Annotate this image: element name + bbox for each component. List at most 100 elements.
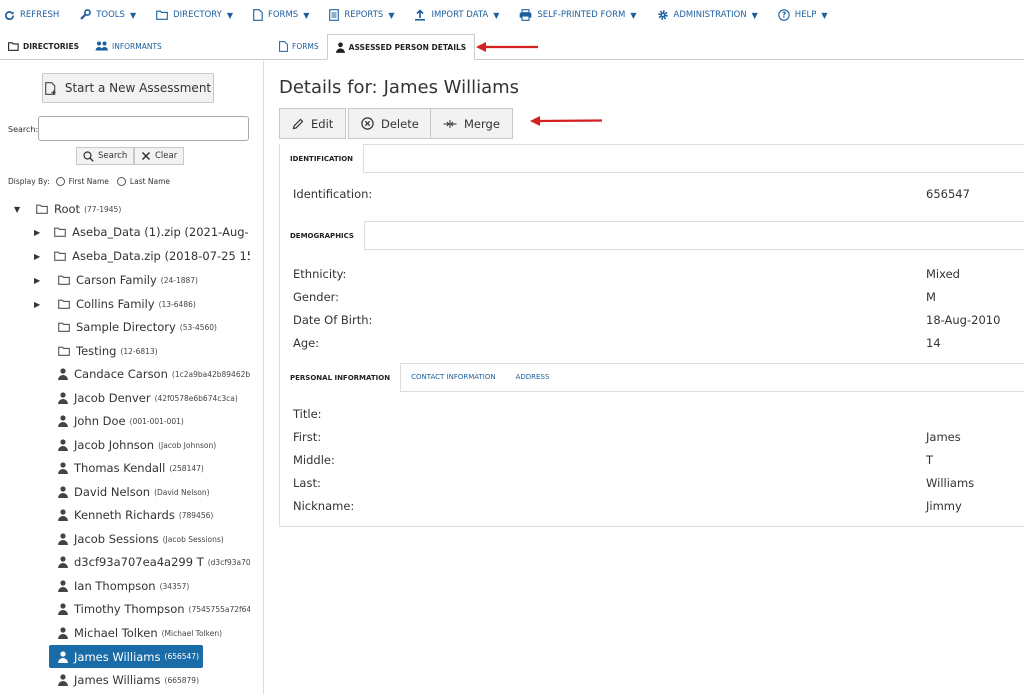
- tree-node-person[interactable]: Ian Thompson (34357): [58, 576, 250, 596]
- menu-forms[interactable]: FORMS ▼: [253, 9, 309, 21]
- tree-node-person[interactable]: Kenneth Richards (789456): [58, 505, 250, 525]
- tab-demographics[interactable]: DEMOGRAPHICS: [280, 221, 365, 250]
- menu-reports[interactable]: REPORTS ▼: [329, 9, 394, 21]
- annotation-arrow-icon: [476, 42, 538, 52]
- new-document-icon: [45, 81, 56, 95]
- radio-first-name-label: First Name: [68, 177, 109, 186]
- tree-node-folder[interactable]: ▶ Aseba_Data (1).zip (2021-Aug-17: [34, 222, 250, 242]
- tree-node-id: (David Nelson): [154, 487, 210, 497]
- tree-node-folder[interactable]: ▶ Aseba_Data.zip (2018-07-25 15:1: [34, 246, 250, 266]
- tree-node-folder[interactable]: Sample Directory (53-4560): [58, 317, 250, 337]
- search-input[interactable]: [38, 116, 249, 141]
- tree-node-label: John Doe: [74, 414, 126, 428]
- main-tab-bar: FORMS ASSESSED PERSON DETAILS: [265, 34, 1024, 60]
- tree-node-folder[interactable]: ▶ Collins Family (13-6486): [34, 294, 250, 314]
- menu-refresh[interactable]: REFRESH: [4, 10, 59, 21]
- field-row: Age: 14: [280, 336, 1024, 356]
- gear-icon: [657, 10, 668, 20]
- tree-node-label: d3cf93a707ea4a299 T: [74, 555, 204, 569]
- clear-button[interactable]: Clear: [134, 147, 185, 165]
- tab-address[interactable]: ADDRESS: [506, 363, 560, 391]
- field-label: Date Of Birth:: [293, 313, 373, 327]
- field-label: Middle:: [293, 453, 335, 467]
- tree-node-id: (Jacob Sessions): [162, 534, 224, 544]
- tree-node-label: Jacob Sessions: [74, 532, 159, 546]
- tree-node-person[interactable]: Timothy Thompson (7545755a72f646a1: [58, 599, 250, 619]
- field-row: Date Of Birth: 18-Aug-2010: [280, 313, 1024, 333]
- tab-forms[interactable]: FORMS: [271, 34, 327, 59]
- tree-node-person[interactable]: John Doe (001-001-001): [58, 411, 250, 431]
- delete-button[interactable]: Delete: [348, 108, 432, 139]
- search-icon: [83, 150, 94, 162]
- person-icon: [58, 368, 68, 380]
- tree-node-root[interactable]: ▼ Root (77-1945): [14, 199, 264, 219]
- tree-node-label: Kenneth Richards: [74, 508, 175, 522]
- tree-node-person[interactable]: David Nelson (David Nelson): [58, 482, 250, 502]
- field-row: Ethnicity: Mixed: [280, 267, 1024, 287]
- tree-node-folder[interactable]: ▶ Carson Family (24-1887): [34, 270, 250, 290]
- person-icon: [58, 439, 68, 451]
- tree-node-person[interactable]: Jacob Sessions (Jacob Sessions): [58, 529, 250, 549]
- person-icon: [58, 509, 68, 521]
- menu-tools[interactable]: TOOLS ▼: [79, 9, 136, 21]
- display-by: Display By: First Name Last Name: [8, 177, 170, 186]
- tab-assessed-person-details[interactable]: ASSESSED PERSON DETAILS: [326, 34, 476, 60]
- tab-informants[interactable]: INFORMANTS: [87, 33, 170, 59]
- menu-administration[interactable]: ADMINISTRATION ▼: [657, 9, 758, 21]
- tab-assessed-person-details-label: ASSESSED PERSON DETAILS: [348, 42, 467, 52]
- field-label: Age:: [293, 336, 320, 350]
- tree-node-label: Jacob Denver: [74, 391, 151, 405]
- tab-directories[interactable]: DIRECTORIES: [0, 33, 87, 59]
- menu-self-printed-form[interactable]: SELF-PRINTED FORM ▼: [519, 9, 637, 21]
- tree-node-person[interactable]: Jacob Johnson (Jacob Johnson): [58, 435, 250, 455]
- tree-node-person[interactable]: Candace Carson (1c2a9ba42b89462ba): [58, 364, 250, 384]
- tree-node-folder[interactable]: Testing (12-6813): [58, 341, 250, 361]
- radio-last-name[interactable]: [116, 177, 126, 186]
- tree-node-label: Sample Directory: [76, 320, 176, 334]
- wrench-icon: [80, 9, 92, 20]
- display-by-label: Display By:: [8, 177, 50, 186]
- menu-forms-label: FORMS: [267, 10, 299, 20]
- tree-node-label: Ian Thompson: [74, 579, 156, 593]
- tab-personal-information[interactable]: PERSONAL INFORMATION: [280, 363, 402, 392]
- search-label: Search:: [8, 125, 39, 134]
- field-label: Title:: [293, 407, 322, 421]
- menu-import-data[interactable]: IMPORT DATA ▼: [414, 9, 499, 21]
- menu-directory[interactable]: DIRECTORY ▼: [156, 10, 233, 20]
- tree-node-count: (13-6486): [158, 299, 196, 309]
- search-button[interactable]: Search: [76, 147, 135, 165]
- folder-icon: [58, 275, 70, 285]
- radio-last-name-label: Last Name: [129, 177, 171, 186]
- tree-node-person[interactable]: Thomas Kendall (258147): [58, 458, 250, 478]
- field-value: T: [926, 453, 934, 467]
- person-icon: [335, 41, 345, 53]
- tab-identification[interactable]: IDENTIFICATION: [280, 144, 365, 173]
- field-label: First:: [293, 430, 322, 444]
- tab-informants-label: INFORMANTS: [112, 41, 162, 51]
- field-label: Identification:: [293, 187, 373, 201]
- sidebar: Start a New Assessment Search: Search Cl…: [0, 61, 264, 694]
- help-icon: ?: [778, 9, 790, 21]
- field-row: Identification: 656547: [280, 187, 1024, 207]
- field-value: James: [926, 430, 961, 444]
- menu-help[interactable]: ? HELP ▼: [778, 9, 828, 21]
- collapsed-triangle-icon: ▶: [34, 275, 41, 285]
- edit-button[interactable]: Edit: [279, 108, 347, 139]
- tree-node-person[interactable]: Jacob Denver (42f0578e6b674c3ca): [58, 388, 250, 408]
- field-value: Mixed: [926, 267, 960, 281]
- tree-node-person-selected[interactable]: James Williams (656547): [49, 645, 203, 668]
- field-value: Jimmy: [926, 499, 962, 513]
- tree-node-label: James Williams: [74, 649, 161, 664]
- start-new-assessment-button[interactable]: Start a New Assessment: [42, 73, 214, 103]
- chevron-down-icon: ▼: [821, 10, 828, 20]
- tree-node-id: (d3cf93a707ea4: [207, 557, 250, 567]
- folder-icon: [58, 322, 70, 332]
- tree-node-label: Candace Carson: [74, 367, 168, 381]
- radio-first-name[interactable]: [55, 177, 65, 186]
- tree-node-person[interactable]: James Williams (665879): [58, 670, 250, 690]
- demographics-section: DEMOGRAPHICS Ethnicity: Mixed Gender: M …: [279, 221, 1024, 364]
- tree-node-person[interactable]: d3cf93a707ea4a299 T (d3cf93a707ea4: [58, 552, 250, 572]
- tab-contact-information[interactable]: CONTACT INFORMATION: [401, 363, 506, 391]
- tree-node-person[interactable]: Michael Tolken (Michael Tolken): [58, 623, 250, 643]
- merge-button[interactable]: Merge: [430, 108, 513, 139]
